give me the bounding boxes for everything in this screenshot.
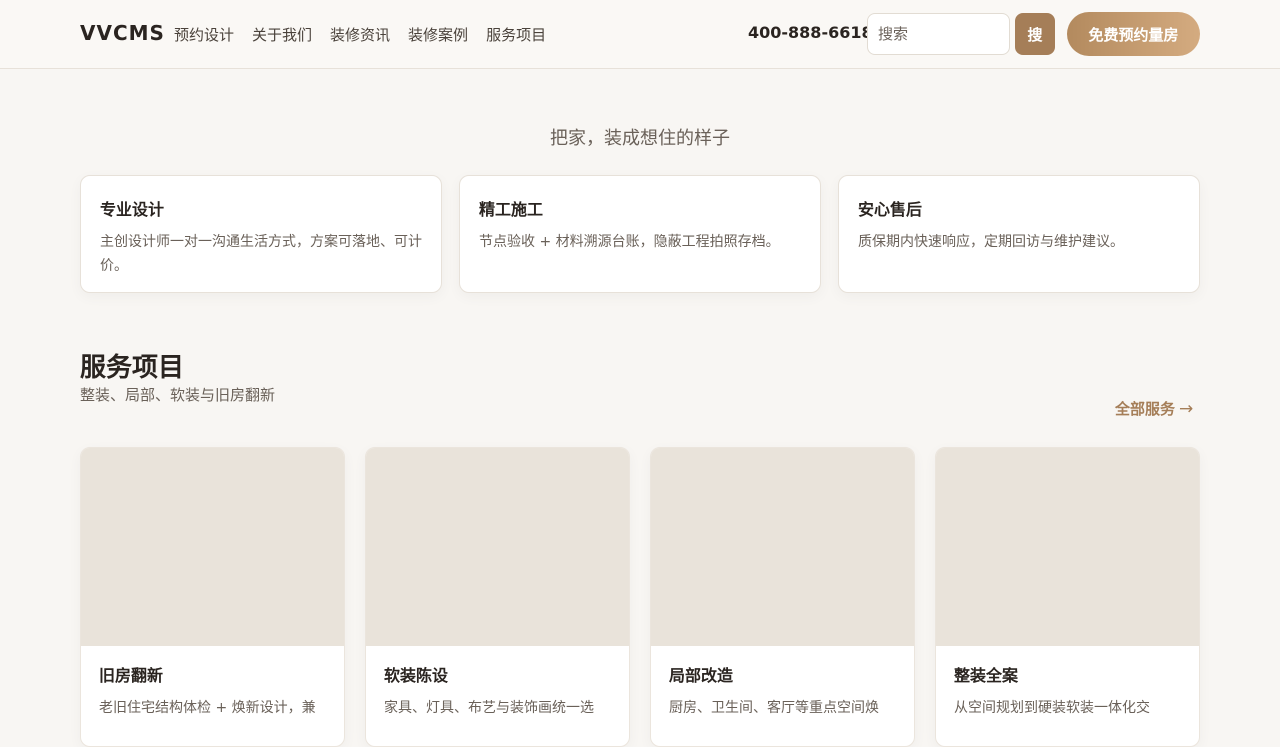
service-card-partial-remodel[interactable]: 局部改造 厨房、卫生间、客厅等重点空间焕 xyxy=(650,447,915,747)
site-header: VVCMS 预约设计 关于我们 装修资讯 装修案例 服务项目 400-888-6… xyxy=(0,0,1280,69)
search-button[interactable]: 搜 xyxy=(1015,13,1055,55)
service-title: 整装全案 xyxy=(954,666,1019,685)
feature-title: 专业设计 xyxy=(100,200,165,219)
feature-desc: 主创设计师一对一沟通生活方式，方案可落地、可计价。 xyxy=(100,234,422,274)
feature-card: 专业设计 主创设计师一对一沟通生活方式，方案可落地、可计价。 xyxy=(80,175,442,293)
service-card-renovation[interactable]: 旧房翻新 老旧住宅结构体检 + 焕新设计，兼 xyxy=(80,447,345,747)
service-image-placeholder xyxy=(651,448,914,646)
all-services-link[interactable]: 全部服务 → xyxy=(1115,398,1193,419)
main-nav: 预约设计 关于我们 装修资讯 装修案例 服务项目 xyxy=(174,24,546,45)
nav-item-about-us[interactable]: 关于我们 xyxy=(252,24,312,45)
service-image-placeholder xyxy=(936,448,1199,646)
all-services-label: 全部服务 xyxy=(1115,400,1176,418)
service-desc: 老旧住宅结构体检 + 焕新设计，兼 xyxy=(99,700,316,716)
feature-title: 精工施工 xyxy=(479,200,544,219)
service-image-placeholder xyxy=(81,448,344,646)
feature-title: 安心售后 xyxy=(858,200,923,219)
phone-number: 400-888-6618 xyxy=(748,23,873,42)
hero-slogan: 把家，装成想住的样子 xyxy=(550,128,730,149)
feature-desc: 节点验收 + 材料溯源台账，隐蔽工程拍照存档。 xyxy=(479,234,780,250)
service-card-full-package[interactable]: 整装全案 从空间规划到硬装软装一体化交 xyxy=(935,447,1200,747)
service-title: 旧房翻新 xyxy=(99,666,164,685)
feature-card: 精工施工 节点验收 + 材料溯源台账，隐蔽工程拍照存档。 xyxy=(459,175,821,293)
free-booking-button[interactable]: 免费预约量房 xyxy=(1067,12,1200,56)
service-image-placeholder xyxy=(366,448,629,646)
service-cards: 旧房翻新 老旧住宅结构体检 + 焕新设计，兼 软装陈设 家具、灯具、布艺与装饰画… xyxy=(80,447,1200,747)
service-desc: 厨房、卫生间、客厅等重点空间焕 xyxy=(669,700,879,716)
service-desc: 家具、灯具、布艺与装饰画统一选 xyxy=(384,700,594,716)
services-section-subtitle: 整装、局部、软装与旧房翻新 xyxy=(80,386,276,404)
feature-desc: 质保期内快速响应，定期回访与维护建议。 xyxy=(858,234,1124,250)
service-card-soft-decoration[interactable]: 软装陈设 家具、灯具、布艺与装饰画统一选 xyxy=(365,447,630,747)
feature-card: 安心售后 质保期内快速响应，定期回访与维护建议。 xyxy=(838,175,1200,293)
arrow-right-icon: → xyxy=(1179,399,1194,419)
nav-item-news[interactable]: 装修资讯 xyxy=(330,24,390,45)
feature-cards: 专业设计 主创设计师一对一沟通生活方式，方案可落地、可计价。 精工施工 节点验收… xyxy=(80,175,1200,293)
site-logo[interactable]: VVCMS xyxy=(80,21,165,45)
services-section-title: 服务项目 xyxy=(80,353,185,383)
service-title: 软装陈设 xyxy=(384,666,449,685)
nav-item-services[interactable]: 服务项目 xyxy=(486,24,546,45)
nav-item-cases[interactable]: 装修案例 xyxy=(408,24,468,45)
service-desc: 从空间规划到硬装软装一体化交 xyxy=(954,700,1150,716)
service-title: 局部改造 xyxy=(669,666,734,685)
search-input[interactable] xyxy=(867,13,1010,55)
nav-item-booking-design[interactable]: 预约设计 xyxy=(174,24,234,45)
